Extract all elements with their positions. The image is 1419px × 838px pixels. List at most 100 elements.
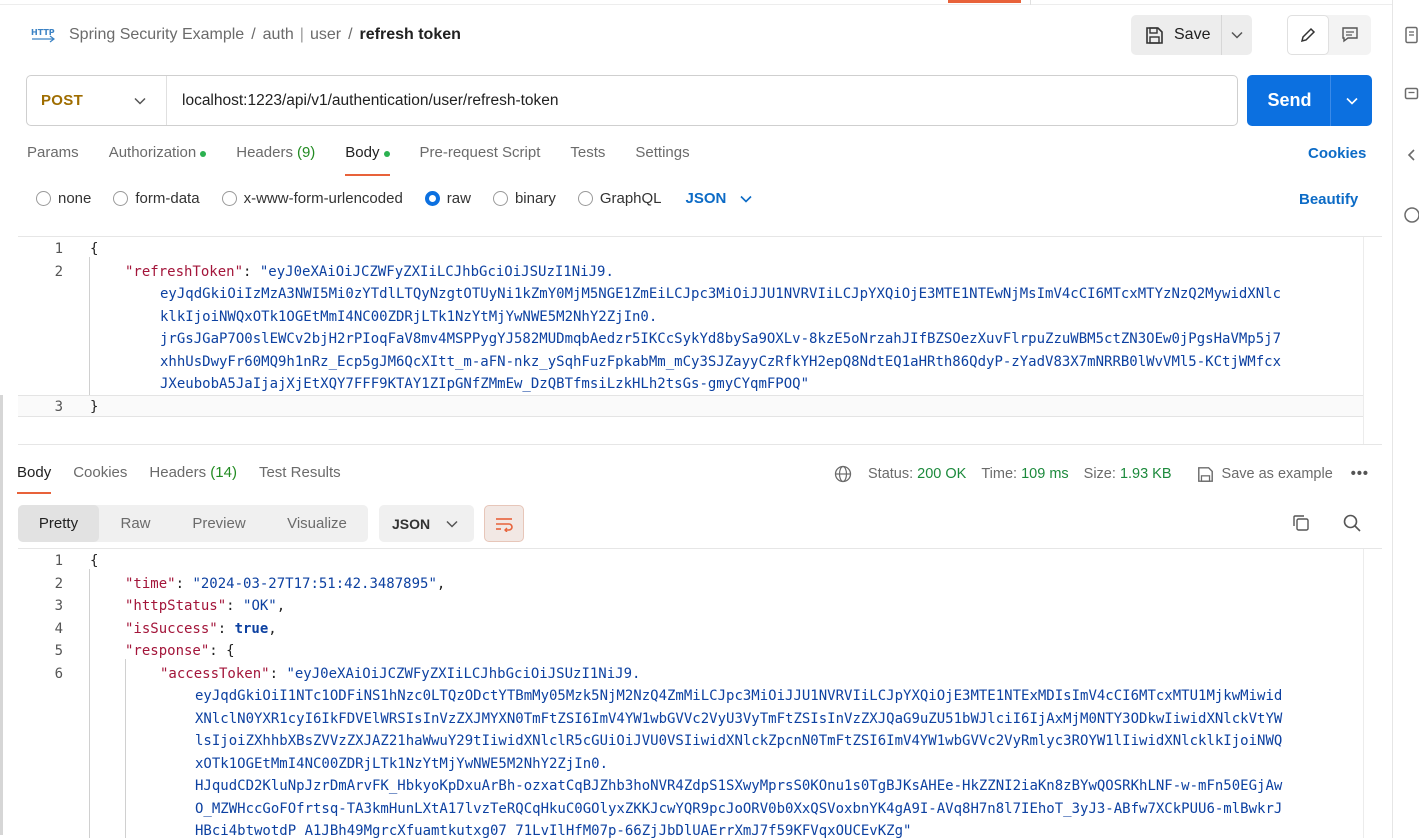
code-line-wrapped: XNlclN0YXR1cyI6IkFDVElWRSIsInVzZXJMYXN0T… [195, 711, 1283, 727]
response-headers-count: (14) [210, 464, 237, 481]
http-request-icon: HTTP [31, 28, 55, 43]
document-icon[interactable] [1403, 26, 1419, 44]
save-as-example-button[interactable]: Save as example [1197, 466, 1333, 483]
tab-tests[interactable]: Tests [570, 144, 605, 176]
tab-pre-request-script[interactable]: Pre-request Script [420, 144, 541, 176]
editor-mode-toggle [1287, 15, 1371, 55]
editor-scrollbar[interactable] [1363, 237, 1382, 444]
code-line-wrapped: eyJqdGkiOiI1NTc1ODFiNS1hNzc0LTQzODctYTBm… [195, 688, 1283, 704]
wrap-lines-icon [496, 517, 513, 532]
radio-circle [577, 191, 593, 206]
chevron-down-icon [446, 520, 458, 528]
view-visualize[interactable]: Visualize [266, 505, 368, 542]
breadcrumb-folder-auth[interactable]: auth [263, 26, 294, 43]
chevron-down-icon [1345, 97, 1358, 105]
time-text[interactable]: Time: 109 ms [981, 466, 1068, 482]
radio-circle [36, 191, 51, 206]
save-icon [1197, 466, 1213, 482]
breadcrumb-folder-user[interactable]: user [310, 26, 341, 43]
comments-button[interactable] [1329, 15, 1371, 55]
response-view-switcher: Pretty Raw Preview Visualize [18, 505, 368, 542]
size-text[interactable]: Size: 1.93 KB [1084, 466, 1172, 482]
code-line-wrapped: HBci4btwotdP_A1JBh49MgrcXfuamtkutxg07_71… [195, 823, 912, 838]
url-input[interactable] [167, 76, 1237, 125]
active-tab-indicator [948, 0, 1021, 3]
code-line: 3 "httpStatus": "OK", [54, 598, 286, 614]
send-button[interactable]: Send [1247, 75, 1331, 126]
svg-text:HTTP: HTTP [31, 28, 55, 37]
copy-icon[interactable] [1291, 513, 1311, 533]
active-indicator-dot [383, 151, 390, 157]
more-options-icon[interactable]: ••• [1351, 466, 1369, 482]
tab-response-headers[interactable]: Headers (14) [149, 464, 237, 494]
edit-mode-button[interactable] [1287, 15, 1329, 55]
send-button-group: Send [1247, 75, 1372, 126]
top-tab-strip [0, 0, 1392, 5]
tab-response-cookies[interactable]: Cookies [73, 464, 127, 494]
response-body-viewer[interactable]: 1{ 2 "time": "2024-03-27T17:51:42.3487895… [18, 548, 1382, 838]
code-line-wrapped: JXeubobA5JaIjajXjEtXQY7FFF9KTAY1ZIpGNfZM… [160, 376, 810, 392]
response-tabs: Body Cookies Headers (14) Test Results [17, 464, 363, 494]
globe-icon[interactable] [834, 465, 852, 483]
status-value: 200 OK [917, 466, 967, 482]
left-scroll-marker [0, 395, 3, 835]
breadcrumb-collection[interactable]: Spring Security Example [69, 26, 244, 43]
indent-guide [89, 569, 90, 838]
beautify-button[interactable]: Beautify [1299, 191, 1358, 208]
code-line-wrapped: jrGsJGaP7O0slEWCv2bjH2rPIoqFaV8mv4MSPPyg… [160, 331, 1282, 347]
radio-form-data[interactable]: form-data [113, 190, 200, 207]
tab-authorization[interactable]: Authorization [109, 144, 207, 176]
right-sidebar [1392, 0, 1419, 838]
info-icon[interactable] [1403, 206, 1419, 224]
headers-count: (9) [296, 144, 316, 161]
status-text[interactable]: Status: 200 OK [868, 466, 966, 482]
method-label: POST [41, 92, 84, 109]
view-pretty[interactable]: Pretty [18, 505, 99, 542]
radio-circle [221, 191, 237, 206]
code-line-wrapped: lsIjoiZXhhbXBsZVVzZXJAZ21haWwuY29tIiwidX… [195, 733, 1283, 749]
body-format-select[interactable]: JSON [686, 190, 753, 207]
tab-divider [1030, 0, 1031, 5]
method-select[interactable]: POST [27, 76, 167, 125]
radio-circle-selected [424, 191, 440, 206]
tab-params[interactable]: Params [27, 144, 79, 176]
request-title[interactable]: refresh token [360, 26, 461, 43]
search-icon[interactable] [1342, 513, 1362, 533]
save-label: Save [1174, 26, 1211, 43]
wrap-lines-button[interactable] [484, 505, 524, 542]
send-options-button[interactable] [1331, 75, 1372, 126]
chevron-down-icon [740, 195, 752, 203]
tab-headers[interactable]: Headers (9) [236, 144, 315, 176]
comment-icon[interactable] [1403, 86, 1419, 104]
request-body-editor[interactable]: 1{ 2 "refreshToken": "eyJ0eXAiOiJCZWFyZXI… [18, 236, 1382, 445]
radio-none[interactable]: none [36, 190, 91, 207]
cookies-link[interactable]: Cookies [1308, 145, 1366, 162]
radio-graphql[interactable]: GraphQL [577, 190, 662, 207]
code-line-wrapped: klkIjoiNWQxOTk1OGEtMmI4NC00ZDRjLTk1NzYtM… [160, 309, 658, 325]
chevron-left-icon[interactable] [1403, 146, 1419, 164]
chevron-down-icon [134, 97, 146, 105]
code-line: 5 "response": { [54, 643, 235, 659]
radio-x-www-form-urlencoded[interactable]: x-www-form-urlencoded [221, 190, 403, 207]
save-button[interactable]: Save [1131, 15, 1222, 55]
code-line-wrapped: eyJqdGkiOiIzMzA3NWI5Mi0zYTdlLTQyNzgtOTUy… [160, 286, 1282, 302]
body-type-options: none form-data x-www-form-urlencoded raw… [36, 190, 752, 207]
tab-test-results[interactable]: Test Results [259, 464, 341, 494]
tab-settings[interactable]: Settings [635, 144, 689, 176]
radio-circle [113, 191, 129, 206]
radio-raw[interactable]: raw [424, 190, 471, 207]
view-preview[interactable]: Preview [172, 505, 266, 542]
time-value: 109 ms [1021, 466, 1069, 482]
indent-guide [89, 257, 90, 395]
save-options-button[interactable] [1222, 15, 1252, 55]
tab-body[interactable]: Body [345, 144, 390, 176]
view-raw[interactable]: Raw [99, 505, 172, 542]
radio-binary[interactable]: binary [492, 190, 556, 207]
tab-response-body[interactable]: Body [17, 464, 52, 494]
viewer-scrollbar[interactable] [1363, 549, 1382, 838]
comment-icon [1342, 27, 1358, 43]
code-line: 1{ [54, 553, 99, 569]
active-indicator-dot [200, 151, 207, 157]
response-format-select[interactable]: JSON [379, 505, 474, 542]
save-icon [1146, 26, 1163, 44]
